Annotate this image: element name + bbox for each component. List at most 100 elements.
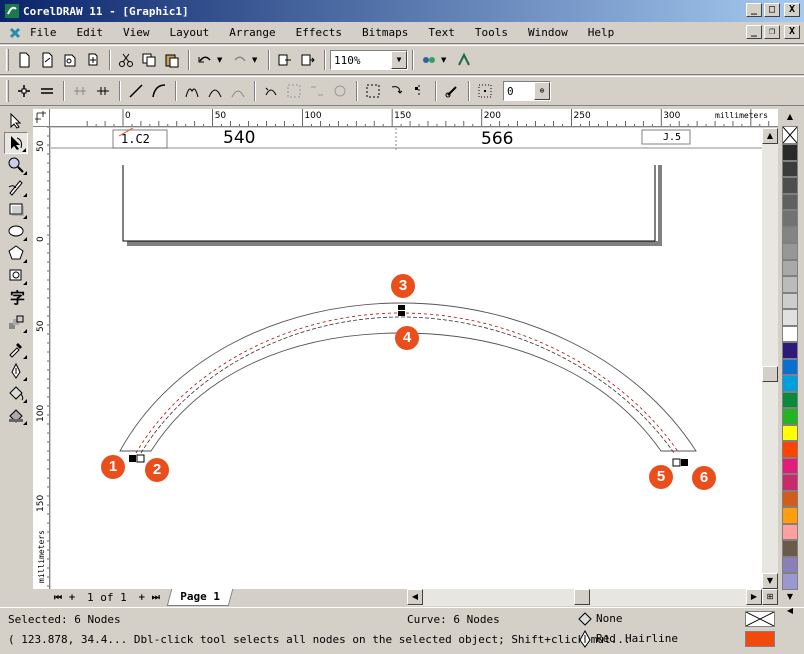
palette-scroll-up-icon[interactable]: ▲ [782, 112, 798, 126]
menu-arrange[interactable]: Arrange [229, 26, 275, 39]
new-icon[interactable] [13, 49, 35, 71]
maximize-button[interactable]: □ [764, 3, 780, 17]
last-page-icon[interactable]: ⏭ [149, 591, 163, 605]
palette-swatch[interactable] [782, 540, 798, 557]
palette-swatch[interactable] [782, 342, 798, 359]
ellipse-tool-icon[interactable] [4, 220, 28, 242]
smooth-node-icon[interactable] [204, 80, 226, 102]
polygon-tool-icon[interactable] [4, 242, 28, 264]
fill-color-swatch[interactable] [745, 611, 775, 627]
menu-effects[interactable]: Effects [296, 26, 342, 39]
drawing-surface[interactable]: 1.C2 540 566 J.5 [51, 128, 778, 589]
convert-to-line-icon[interactable] [125, 80, 147, 102]
doc-restore-button[interactable]: ❐ [764, 25, 780, 39]
palette-scroll-down-icon[interactable]: ▼ [782, 592, 798, 606]
cusp-node-icon[interactable] [181, 80, 203, 102]
zoom-dropdown-icon[interactable]: ▼ [391, 51, 407, 69]
vertical-scrollbar[interactable]: ▲ ▼ [762, 128, 778, 589]
palette-swatch[interactable] [782, 391, 798, 408]
palette-swatch[interactable] [782, 177, 798, 194]
node-5[interactable] [672, 458, 681, 467]
menu-tools[interactable]: Tools [475, 26, 508, 39]
palette-swatch[interactable] [782, 424, 798, 441]
node-3[interactable] [398, 305, 405, 310]
outline-tool-icon[interactable] [4, 360, 28, 382]
doc-close-button[interactable]: X [784, 25, 800, 39]
outline-color-swatch[interactable] [745, 631, 775, 647]
page-tab[interactable]: Page 1 [166, 589, 233, 606]
rect-outline[interactable] [122, 165, 656, 242]
interactive-fill-tool-icon[interactable] [4, 404, 28, 426]
palette-swatch[interactable] [782, 474, 798, 491]
document-icon[interactable] [8, 26, 22, 40]
palette-swatch[interactable] [782, 243, 798, 260]
drawing-canvas[interactable]: 1.C2 540 566 J.5 1 2 3 4 5 6 [51, 128, 778, 589]
scroll-left-icon[interactable]: ◀ [407, 589, 423, 605]
rectangle-tool-icon[interactable] [4, 198, 28, 220]
palette-swatch[interactable] [782, 160, 798, 177]
palette-swatch[interactable] [782, 144, 798, 161]
smoothness-slider-icon[interactable]: ⊕ [534, 82, 550, 100]
vertical-ruler[interactable]: 50 0 50 100 150 millimeters [33, 127, 50, 589]
text-tool-icon[interactable]: 字 [4, 286, 28, 308]
redo-dropdown-icon[interactable]: ▼ [252, 56, 260, 64]
palette-swatch[interactable] [782, 408, 798, 425]
undo-dropdown-icon[interactable]: ▼ [217, 56, 225, 64]
elastic-mode-icon[interactable] [441, 80, 463, 102]
menu-text[interactable]: Text [428, 26, 455, 39]
palette-swatch[interactable] [782, 325, 798, 342]
convert-to-curve-icon[interactable] [148, 80, 170, 102]
reverse-direction-icon[interactable] [260, 80, 282, 102]
fill-tool-icon[interactable] [4, 382, 28, 404]
menu-window[interactable]: Window [528, 26, 568, 39]
palette-swatch[interactable] [782, 523, 798, 540]
delete-node-icon[interactable] [36, 80, 58, 102]
palette-swatch[interactable] [782, 556, 798, 573]
close-button[interactable]: X [784, 3, 800, 17]
navigator-icon[interactable]: ⊞ [762, 589, 778, 605]
corel-online-icon[interactable] [453, 49, 475, 71]
print-icon[interactable] [82, 49, 104, 71]
node-2[interactable] [136, 454, 145, 463]
application-launcher-icon[interactable] [418, 49, 440, 71]
palette-swatch[interactable] [782, 193, 798, 210]
node-6[interactable] [681, 459, 688, 466]
palette-swatch[interactable] [782, 309, 798, 326]
stretch-nodes-icon[interactable] [362, 80, 384, 102]
node-4[interactable] [398, 311, 405, 316]
redo-icon[interactable] [229, 49, 251, 71]
toolbar-grip[interactable] [6, 49, 9, 71]
horizontal-scrollbar[interactable]: ◀ ▶ ⊞ [407, 589, 778, 606]
curve-smoothness-field[interactable]: 0 ⊕ [503, 81, 551, 101]
export-icon[interactable] [297, 49, 319, 71]
palette-swatch[interactable] [782, 259, 798, 276]
palette-swatch[interactable] [782, 210, 798, 227]
save-icon[interactable] [59, 49, 81, 71]
zoom-tool-icon[interactable] [4, 154, 28, 176]
shape-tool-icon[interactable] [4, 132, 28, 154]
select-all-nodes-icon[interactable] [474, 80, 496, 102]
palette-swatch[interactable] [782, 507, 798, 524]
extend-curve-icon[interactable] [283, 80, 305, 102]
palette-swatch[interactable] [782, 441, 798, 458]
node-1[interactable] [129, 455, 136, 462]
doc-minimize-button[interactable]: _ [746, 25, 762, 39]
pick-tool-icon[interactable] [4, 110, 28, 132]
propertybar-grip[interactable] [6, 80, 9, 102]
undo-icon[interactable] [194, 49, 216, 71]
horizontal-ruler[interactable]: 0 50 100 150 200 250 300 millimeters [50, 109, 778, 127]
palette-swatch[interactable] [782, 226, 798, 243]
first-page-icon[interactable]: ⏮ [51, 591, 65, 605]
align-nodes-icon[interactable] [408, 80, 430, 102]
scroll-up-icon[interactable]: ▲ [762, 128, 778, 144]
eyedropper-tool-icon[interactable] [4, 338, 28, 360]
palette-swatch[interactable] [782, 358, 798, 375]
zoom-combo[interactable]: 110% ▼ [330, 50, 408, 70]
no-color-swatch[interactable] [782, 126, 798, 144]
basic-shapes-tool-icon[interactable] [4, 264, 28, 286]
horizontal-scroll-thumb[interactable] [574, 589, 590, 605]
palette-swatch[interactable] [782, 375, 798, 392]
menu-view[interactable]: View [123, 26, 150, 39]
add-page-after-icon[interactable]: + [135, 591, 149, 605]
menu-help[interactable]: Help [588, 26, 615, 39]
